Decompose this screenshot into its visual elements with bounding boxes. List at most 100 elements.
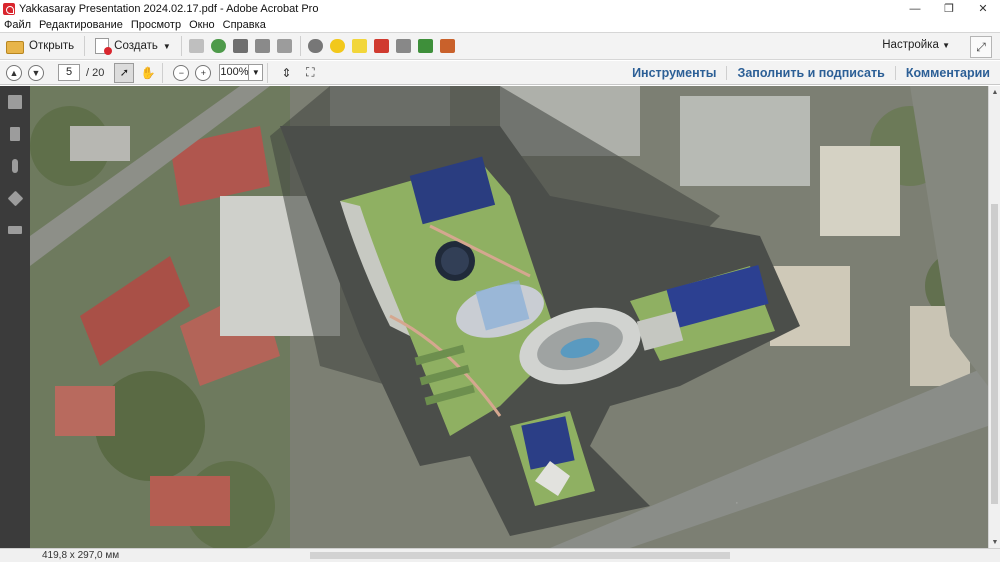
bookmarks-button[interactable] [0,118,30,150]
maximize-button[interactable]: ❐ [932,0,966,17]
menu-view[interactable]: Просмотр [127,19,185,31]
zoom-out-button[interactable]: − [173,64,190,81]
delete-page-button[interactable] [371,35,393,57]
menu-edit[interactable]: Редактирование [35,19,127,31]
highlight-button[interactable] [349,35,371,57]
arrow-up-icon: ▲ [9,67,19,78]
comment-icon [330,39,346,53]
menu-file[interactable]: Файл [0,19,35,31]
zoom-input[interactable]: 100% [219,64,250,81]
comment-button[interactable] [327,35,349,57]
minimize-button[interactable]: — [898,0,932,17]
minus-icon: − [178,67,184,78]
sign-icon [440,39,456,53]
page-thumbnails-button[interactable] [0,86,30,118]
navigation-toolbar: ▲ ▼ 5 / 20 ➚ ✋ − + 100% ▼ ⇕ ⛶ Инструмент… [0,61,1000,85]
chevron-down-icon: ▼ [942,41,950,50]
menu-help[interactable]: Справка [219,19,270,31]
fit-page-button[interactable]: ⇕ [276,63,296,83]
svg-text:·: · [735,497,739,509]
tools-link[interactable]: Инструменты [622,66,726,80]
toolbar-divider [84,36,86,56]
navigation-panel [0,86,30,548]
document-view[interactable]: · [30,86,988,548]
open-button[interactable]: Открыть [0,34,80,58]
settings-button[interactable] [305,35,327,57]
scroll-down-icon[interactable]: ▼ [989,536,1000,548]
cloud-upload-icon [211,39,227,53]
fit-width-button[interactable]: ⛶ [300,63,320,83]
customize-label: Настройка [882,39,939,51]
create-label: Создать [114,40,158,52]
open-label: Открыть [29,40,75,52]
export-button[interactable] [415,35,437,57]
chevron-down-icon: ▼ [251,68,260,77]
edit-button[interactable] [252,35,274,57]
highlighter-icon [352,39,368,53]
cursor-icon: ➚ [119,67,129,79]
select-tool-button[interactable]: ➚ [114,62,135,83]
main-toolbar: Открыть Создать ▼ Настройка ▼ ⤢ [0,32,1000,60]
hand-icon: ✋ [140,65,156,80]
save-icon [189,39,205,53]
save-button[interactable] [186,35,208,57]
plus-icon: + [200,67,206,78]
document-search-icon [396,39,412,53]
bookmark-icon [10,127,20,141]
export-icon [418,39,434,53]
toolbar-divider [267,62,269,83]
paperclip-icon [12,159,18,173]
page-number-input[interactable]: 5 [58,64,80,81]
create-pdf-icon [95,38,113,55]
chevron-down-icon: ▼ [162,41,171,51]
arrow-down-icon: ▼ [31,67,41,78]
status-bar: 419,8 x 297,0 мм [0,548,1000,562]
toolbar-divider [180,36,182,56]
panel-links: Инструменты Заполнить и подписать Коммен… [622,61,1000,85]
next-page-button[interactable]: ▼ [28,64,44,81]
expand-icon[interactable]: ⤢ [970,36,992,58]
layers-icon [7,190,23,206]
folder-icon [6,41,24,54]
sign-button[interactable] [437,35,459,57]
email-button[interactable] [274,35,296,57]
cloud-upload-button[interactable] [208,35,230,57]
attachments-button[interactable] [0,150,30,182]
zoom-in-button[interactable]: + [195,64,212,81]
page-size-readout: 419,8 x 297,0 мм [42,550,120,561]
delete-page-icon [374,39,390,53]
previous-page-button[interactable]: ▲ [6,64,22,81]
scroll-up-icon[interactable]: ▲ [989,86,1000,98]
close-button[interactable]: ✕ [966,0,1000,17]
fit-page-icon: ⇕ [281,65,292,80]
create-button[interactable]: Создать ▼ [89,34,177,58]
window-controls: — ❐ ✕ [898,0,1000,17]
toolbar-divider [299,36,301,56]
zoom-dropdown[interactable]: ▼ [249,64,264,81]
layers-button[interactable] [0,182,30,214]
print-icon [233,39,249,53]
title-bar: Yakkasaray Presentation 2024.02.17.pdf -… [0,0,1000,17]
comments-link[interactable]: Комментарии [894,66,1000,80]
fill-sign-link[interactable]: Заполнить и подписать [726,66,894,80]
signatures-button[interactable] [0,214,30,246]
fit-width-icon: ⛶ [306,65,315,79]
aerial-site-plan: · [30,86,988,548]
envelope-icon [277,39,293,53]
signature-icon [8,226,22,234]
vertical-scrollbar[interactable]: ▲ ▼ [988,86,1000,548]
edit-icon [255,39,271,53]
customize-menu[interactable]: Настройка ▼ [882,39,950,51]
scrollbar-thumb[interactable] [991,204,998,504]
page-total: / 20 [86,66,105,79]
toolbar-divider [162,62,164,83]
menu-window[interactable]: Окно [185,19,219,31]
window-title: Yakkasaray Presentation 2024.02.17.pdf -… [19,2,319,15]
print-button[interactable] [230,35,252,57]
page-thumbnails-icon [8,95,22,109]
search-doc-button[interactable] [393,35,415,57]
horizontal-scrollbar[interactable] [310,552,730,559]
acrobat-icon [3,2,15,15]
gear-icon [308,39,324,53]
hand-tool-button[interactable]: ✋ [138,63,158,83]
